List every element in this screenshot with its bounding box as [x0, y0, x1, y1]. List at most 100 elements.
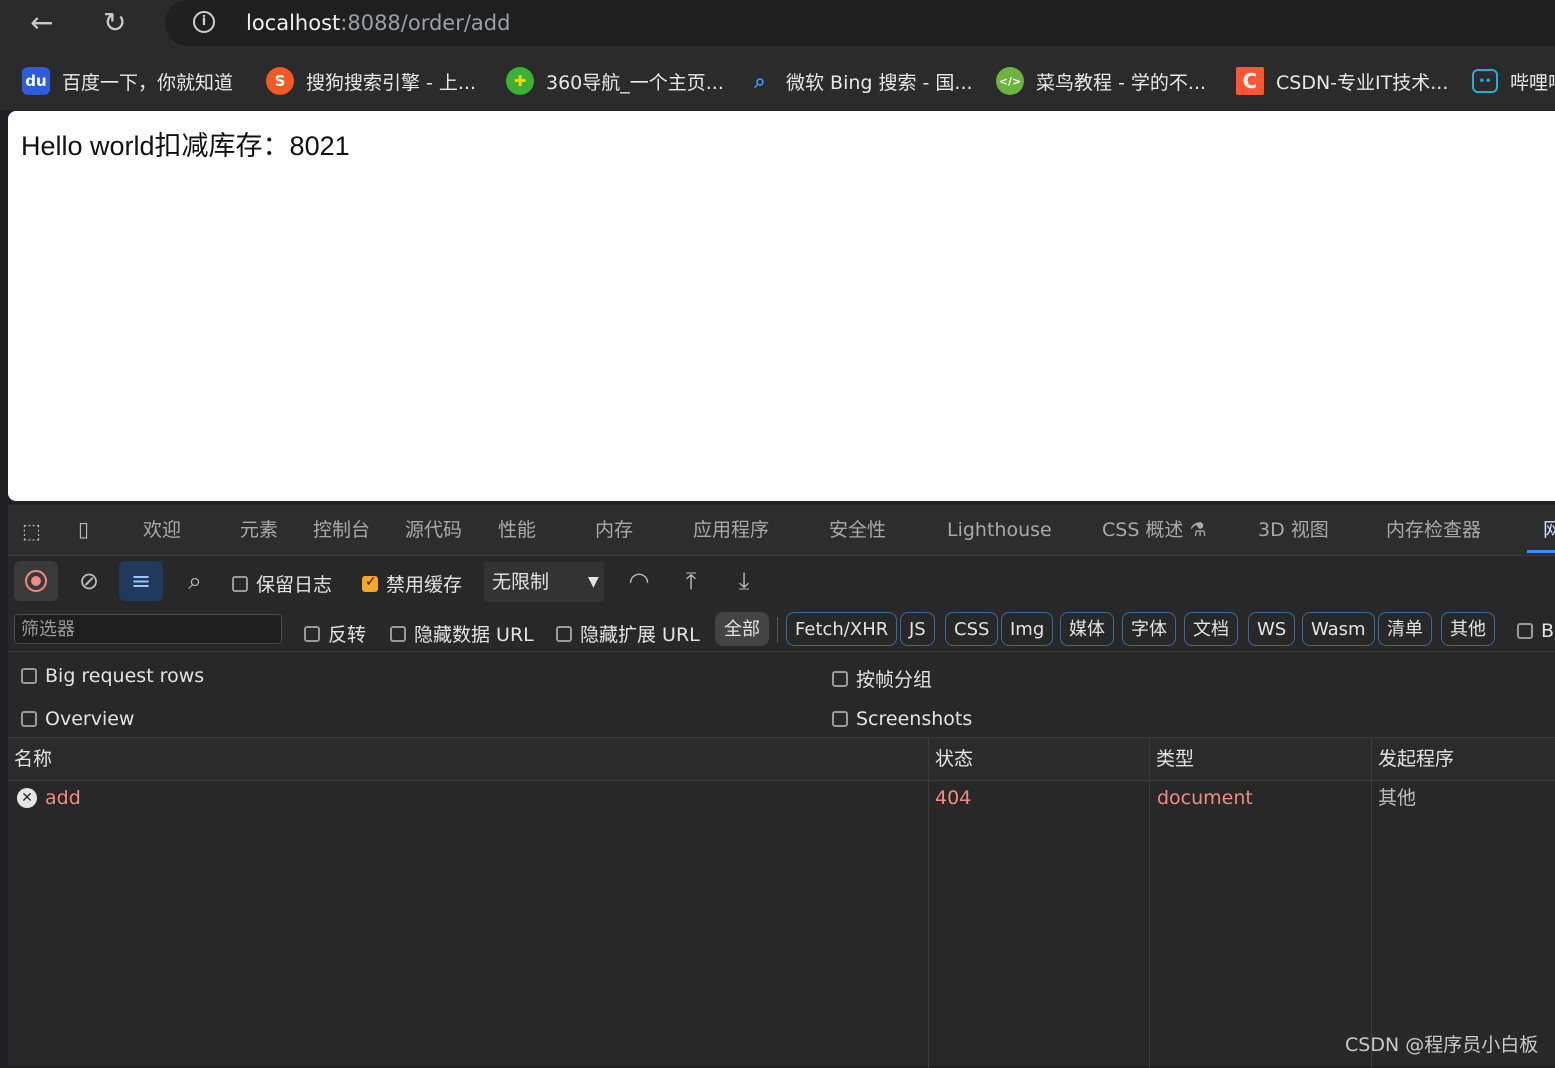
filter-chip-all[interactable]: 全部 — [715, 612, 769, 646]
bookmark-label: CSDN-专业IT技术... — [1276, 71, 1449, 94]
reload-icon[interactable]: ↻ — [103, 0, 126, 46]
disable-cache-checkbox[interactable]: 禁用缓存 — [362, 570, 462, 597]
filter-chip-css[interactable]: CSS — [945, 612, 999, 646]
filter-chip-js[interactable]: JS — [900, 612, 935, 646]
bookmark-runoob[interactable]: </> 菜鸟教程 - 学的不... — [996, 64, 1206, 98]
screenshots-checkbox[interactable]: Screenshots — [832, 708, 972, 730]
tab-welcome[interactable]: 欢迎 — [143, 505, 181, 555]
bookmark-label: 哔哩哔 — [1510, 71, 1555, 94]
tab-performance[interactable]: 性能 — [498, 505, 536, 555]
tab-sources[interactable]: 源代码 — [405, 505, 462, 555]
import-har-button[interactable]: ⤒ — [669, 561, 713, 601]
search-icon: ⌕ — [188, 567, 202, 595]
big-request-rows-label: Big request rows — [45, 665, 205, 687]
checkbox-icon — [21, 668, 37, 684]
request-type: document — [1157, 787, 1253, 809]
disable-cache-label: 禁用缓存 — [386, 574, 463, 596]
throttling-value: 无限制 — [492, 571, 550, 593]
big-request-rows-checkbox[interactable]: Big request rows — [21, 665, 204, 687]
tab-elements[interactable]: 元素 — [240, 505, 278, 555]
request-initiator: 其他 — [1378, 787, 1417, 809]
filter-chip-media[interactable]: 媒体 — [1060, 612, 1114, 646]
filter-chip-font[interactable]: 字体 — [1122, 612, 1176, 646]
tab-lighthouse[interactable]: Lighthouse — [947, 505, 1052, 555]
tab-console[interactable]: 控制台 — [313, 505, 370, 555]
url-host: localhost — [246, 11, 341, 35]
wifi-settings-icon: ◠ — [628, 567, 650, 595]
group-by-frame-checkbox[interactable]: 按帧分组 — [832, 665, 932, 692]
overview-label: Overview — [45, 708, 135, 730]
network-toolbar: ⊘ ≡ ⌕ 保留日志 禁用缓存 无限制 ▼ ◠ ⤒ ⤓ — [8, 556, 1555, 610]
network-conditions-button[interactable]: ◠ — [617, 561, 661, 601]
invert-label: 反转 — [328, 624, 367, 646]
url-text[interactable]: localhost:8088/order/add — [246, 0, 510, 46]
request-table-header: 名称 状态 类型 发起程序 — [8, 738, 1555, 781]
hide-data-url-checkbox[interactable]: 隐藏数据 URL — [390, 620, 534, 647]
tab-application[interactable]: 应用程序 — [693, 505, 769, 555]
overview-checkbox[interactable]: Overview — [21, 708, 134, 730]
device-toolbar-icon[interactable]: ▯ — [78, 517, 89, 541]
export-har-button[interactable]: ⤓ — [722, 561, 766, 601]
tab-3d-view[interactable]: 3D 视图 — [1258, 505, 1329, 555]
filter-chip-doc[interactable]: 文档 — [1184, 612, 1238, 646]
filter-input[interactable]: 筛选器 — [14, 614, 282, 644]
filter-row: 筛选器 反转 隐藏数据 URL 隐藏扩展 URL 全部 Fetch/XHR JS… — [8, 609, 1555, 652]
bookmark-csdn[interactable]: C CSDN-专业IT技术... — [1236, 64, 1448, 98]
network-options: Big request rows 按帧分组 Overview Screensho… — [8, 652, 1555, 738]
filter-chip-wasm[interactable]: Wasm — [1302, 612, 1375, 646]
table-row[interactable]: ✕ add 404 document 其他 — [8, 781, 1555, 815]
browser-top-bar: ← ↻ i localhost:8088/order/add — [0, 0, 1555, 52]
back-arrow-icon[interactable]: ← — [30, 0, 53, 46]
divider — [777, 617, 778, 643]
tab-memory[interactable]: 内存 — [595, 505, 633, 555]
inspect-element-icon[interactable]: ⬚ — [22, 519, 41, 543]
360-icon: ✚ — [506, 67, 534, 95]
preserve-log-checkbox[interactable]: 保留日志 — [232, 570, 332, 597]
preserve-log-label: 保留日志 — [256, 574, 333, 596]
tab-security[interactable]: 安全性 — [829, 505, 886, 555]
filter-chip-fetch-xhr[interactable]: Fetch/XHR — [786, 612, 898, 646]
column-header-type[interactable]: 类型 — [1150, 738, 1194, 780]
bookmark-label: 360导航_一个主页... — [546, 71, 724, 94]
clear-button[interactable]: ⊘ — [67, 561, 111, 601]
tab-memory-inspector[interactable]: 内存检查器 — [1386, 505, 1481, 555]
checkbox-icon — [390, 625, 406, 642]
url-path: :8088/order/add — [340, 11, 511, 35]
bookmark-bing[interactable]: ⌕ 微软 Bing 搜索 - 国... — [746, 64, 973, 98]
bookmarks-bar: du 百度一下，你就知道 S 搜狗搜索引擎 - 上... ✚ 360导航_一个主页..… — [0, 52, 1555, 110]
search-button[interactable]: ⌕ — [173, 561, 217, 601]
column-header-status[interactable]: 状态 — [929, 738, 973, 780]
tab-network[interactable]: 网 — [1543, 505, 1555, 555]
page-viewport: Hello world扣减库存：8021 — [8, 111, 1555, 501]
csdn-icon: C — [1236, 67, 1264, 95]
group-by-frame-label: 按帧分组 — [856, 669, 933, 691]
column-header-initiator[interactable]: 发起程序 — [1372, 738, 1454, 780]
throttling-select[interactable]: 无限制 ▼ — [484, 562, 604, 602]
filter-chip-ws[interactable]: WS — [1248, 612, 1296, 646]
request-name[interactable]: add — [45, 781, 81, 815]
bookmark-label: 微软 Bing 搜索 - 国... — [786, 71, 973, 94]
clear-icon: ⊘ — [78, 567, 100, 595]
column-header-name[interactable]: 名称 — [8, 738, 52, 780]
sogou-icon: S — [266, 67, 294, 95]
filter-chip-other[interactable]: 其他 — [1441, 612, 1495, 646]
bookmark-sogou[interactable]: S 搜狗搜索引擎 - 上... — [266, 64, 476, 98]
info-icon[interactable]: i — [193, 11, 215, 33]
bookmark-360[interactable]: ✚ 360导航_一个主页... — [506, 64, 724, 98]
filter-toggle-button[interactable]: ≡ — [119, 561, 163, 601]
blocked-checkbox[interactable]: B — [1517, 620, 1554, 642]
bookmark-bilibili[interactable]: •• 哔哩哔 — [1472, 64, 1555, 98]
bookmark-label: 百度一下，你就知道 — [62, 71, 234, 94]
record-button[interactable] — [14, 561, 58, 601]
checkbox-icon — [832, 670, 848, 687]
bookmark-baidu[interactable]: du 百度一下，你就知道 — [22, 64, 233, 98]
tab-css-overview[interactable]: CSS 概述 ⚗ — [1102, 505, 1207, 555]
bookmark-label: 菜鸟教程 - 学的不... — [1036, 71, 1207, 94]
filter-chip-img[interactable]: Img — [1001, 612, 1054, 646]
watermark: CSDN @程序员小白板 — [1345, 1034, 1539, 1056]
record-icon — [25, 570, 47, 592]
filter-chip-manifest[interactable]: 清单 — [1378, 612, 1432, 646]
invert-checkbox[interactable]: 反转 — [304, 620, 366, 647]
active-tab-indicator — [1527, 550, 1555, 553]
hide-extension-url-checkbox[interactable]: 隐藏扩展 URL — [556, 620, 700, 647]
